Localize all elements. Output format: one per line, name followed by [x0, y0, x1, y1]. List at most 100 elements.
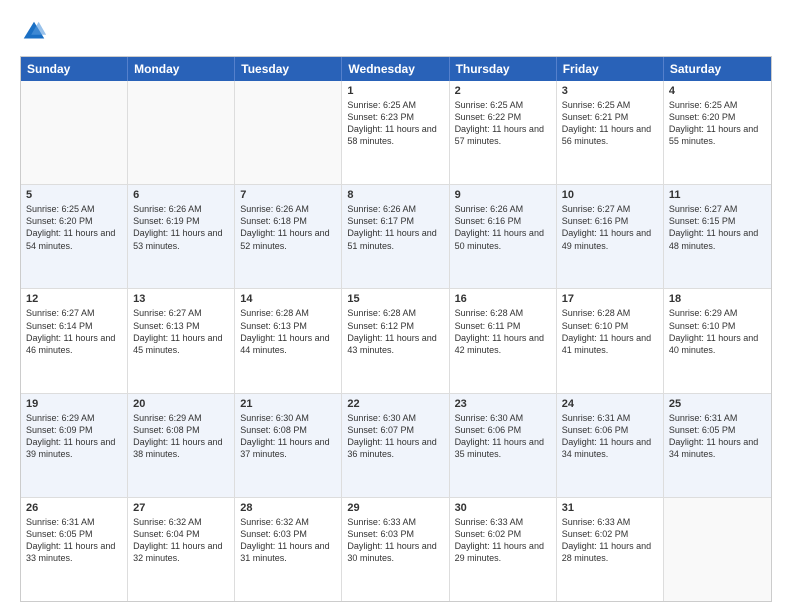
- calendar-header-cell: Saturday: [664, 57, 771, 81]
- calendar-cell: 16 Sunrise: 6:28 AM Sunset: 6:11 PM Dayli…: [450, 289, 557, 392]
- calendar-row: 12 Sunrise: 6:27 AM Sunset: 6:14 PM Dayli…: [21, 289, 771, 393]
- day-number: 18: [669, 293, 766, 305]
- calendar-cell: 27 Sunrise: 6:32 AM Sunset: 6:04 PM Dayli…: [128, 498, 235, 601]
- day-info: Sunrise: 6:25 AM Sunset: 6:20 PM Dayligh…: [669, 99, 766, 148]
- day-number: 29: [347, 502, 443, 514]
- calendar-cell: 3 Sunrise: 6:25 AM Sunset: 6:21 PM Daylig…: [557, 81, 664, 184]
- day-info: Sunrise: 6:27 AM Sunset: 6:13 PM Dayligh…: [133, 307, 229, 356]
- calendar-row: 26 Sunrise: 6:31 AM Sunset: 6:05 PM Dayli…: [21, 498, 771, 601]
- day-number: 13: [133, 293, 229, 305]
- logo-icon: [20, 18, 48, 46]
- calendar-cell: 9 Sunrise: 6:26 AM Sunset: 6:16 PM Daylig…: [450, 185, 557, 288]
- day-number: 26: [26, 502, 122, 514]
- day-info: Sunrise: 6:25 AM Sunset: 6:21 PM Dayligh…: [562, 99, 658, 148]
- day-number: 2: [455, 85, 551, 97]
- day-info: Sunrise: 6:30 AM Sunset: 6:08 PM Dayligh…: [240, 412, 336, 461]
- page: SundayMondayTuesdayWednesdayThursdayFrid…: [0, 0, 792, 612]
- day-info: Sunrise: 6:27 AM Sunset: 6:16 PM Dayligh…: [562, 203, 658, 252]
- day-number: 4: [669, 85, 766, 97]
- calendar-cell: 6Sunrise: 6:26 AM Sunset: 6:19 PM Daylig…: [128, 185, 235, 288]
- calendar-cell: 12 Sunrise: 6:27 AM Sunset: 6:14 PM Dayli…: [21, 289, 128, 392]
- day-info: Sunrise: 6:26 AM Sunset: 6:19 PM Dayligh…: [133, 203, 229, 252]
- calendar-cell: [128, 81, 235, 184]
- calendar-body: 1Sunrise: 6:25 AM Sunset: 6:23 PM Daylig…: [21, 81, 771, 601]
- day-info: Sunrise: 6:27 AM Sunset: 6:14 PM Dayligh…: [26, 307, 122, 356]
- day-info: Sunrise: 6:31 AM Sunset: 6:05 PM Dayligh…: [26, 516, 122, 565]
- day-number: 24: [562, 398, 658, 410]
- calendar-cell: [664, 498, 771, 601]
- calendar-header-cell: Wednesday: [342, 57, 449, 81]
- day-info: Sunrise: 6:25 AM Sunset: 6:22 PM Dayligh…: [455, 99, 551, 148]
- day-info: Sunrise: 6:25 AM Sunset: 6:20 PM Dayligh…: [26, 203, 122, 252]
- calendar-cell: 30Sunrise: 6:33 AM Sunset: 6:02 PM Dayli…: [450, 498, 557, 601]
- day-info: Sunrise: 6:28 AM Sunset: 6:12 PM Dayligh…: [347, 307, 443, 356]
- day-info: Sunrise: 6:27 AM Sunset: 6:15 PM Dayligh…: [669, 203, 766, 252]
- day-info: Sunrise: 6:26 AM Sunset: 6:16 PM Dayligh…: [455, 203, 551, 252]
- day-info: Sunrise: 6:32 AM Sunset: 6:03 PM Dayligh…: [240, 516, 336, 565]
- day-info: Sunrise: 6:28 AM Sunset: 6:11 PM Dayligh…: [455, 307, 551, 356]
- day-number: 9: [455, 189, 551, 201]
- day-number: 22: [347, 398, 443, 410]
- calendar-cell: 7 Sunrise: 6:26 AM Sunset: 6:18 PM Daylig…: [235, 185, 342, 288]
- day-info: Sunrise: 6:26 AM Sunset: 6:18 PM Dayligh…: [240, 203, 336, 252]
- calendar-row: 1Sunrise: 6:25 AM Sunset: 6:23 PM Daylig…: [21, 81, 771, 185]
- day-number: 7: [240, 189, 336, 201]
- day-number: 28: [240, 502, 336, 514]
- day-number: 21: [240, 398, 336, 410]
- calendar-header-cell: Sunday: [21, 57, 128, 81]
- calendar-cell: 29 Sunrise: 6:33 AM Sunset: 6:03 PM Dayli…: [342, 498, 449, 601]
- day-number: 23: [455, 398, 551, 410]
- day-info: Sunrise: 6:32 AM Sunset: 6:04 PM Dayligh…: [133, 516, 229, 565]
- day-info: Sunrise: 6:33 AM Sunset: 6:03 PM Dayligh…: [347, 516, 443, 565]
- day-number: 11: [669, 189, 766, 201]
- day-number: 10: [562, 189, 658, 201]
- day-number: 16: [455, 293, 551, 305]
- calendar-cell: 19Sunrise: 6:29 AM Sunset: 6:09 PM Dayli…: [21, 394, 128, 497]
- day-info: Sunrise: 6:26 AM Sunset: 6:17 PM Dayligh…: [347, 203, 443, 252]
- day-info: Sunrise: 6:29 AM Sunset: 6:10 PM Dayligh…: [669, 307, 766, 356]
- day-number: 25: [669, 398, 766, 410]
- calendar-row: 19Sunrise: 6:29 AM Sunset: 6:09 PM Dayli…: [21, 394, 771, 498]
- day-number: 14: [240, 293, 336, 305]
- calendar-cell: 17Sunrise: 6:28 AM Sunset: 6:10 PM Dayli…: [557, 289, 664, 392]
- day-info: Sunrise: 6:31 AM Sunset: 6:06 PM Dayligh…: [562, 412, 658, 461]
- calendar-cell: [235, 81, 342, 184]
- calendar-cell: 20 Sunrise: 6:29 AM Sunset: 6:08 PM Dayli…: [128, 394, 235, 497]
- calendar-header-cell: Thursday: [450, 57, 557, 81]
- calendar-cell: 2 Sunrise: 6:25 AM Sunset: 6:22 PM Daylig…: [450, 81, 557, 184]
- calendar-cell: 18 Sunrise: 6:29 AM Sunset: 6:10 PM Dayli…: [664, 289, 771, 392]
- calendar-cell: 21 Sunrise: 6:30 AM Sunset: 6:08 PM Dayli…: [235, 394, 342, 497]
- calendar-cell: 14Sunrise: 6:28 AM Sunset: 6:13 PM Dayli…: [235, 289, 342, 392]
- day-number: 19: [26, 398, 122, 410]
- logo: [20, 18, 52, 46]
- day-number: 30: [455, 502, 551, 514]
- calendar-cell: 31 Sunrise: 6:33 AM Sunset: 6:02 PM Dayli…: [557, 498, 664, 601]
- day-number: 20: [133, 398, 229, 410]
- calendar-cell: 13 Sunrise: 6:27 AM Sunset: 6:13 PM Dayli…: [128, 289, 235, 392]
- day-number: 5: [26, 189, 122, 201]
- day-number: 8: [347, 189, 443, 201]
- day-info: Sunrise: 6:30 AM Sunset: 6:07 PM Dayligh…: [347, 412, 443, 461]
- day-number: 12: [26, 293, 122, 305]
- header: [20, 18, 772, 46]
- day-info: Sunrise: 6:31 AM Sunset: 6:05 PM Dayligh…: [669, 412, 766, 461]
- calendar-cell: [21, 81, 128, 184]
- day-number: 31: [562, 502, 658, 514]
- day-number: 15: [347, 293, 443, 305]
- calendar-cell: 25 Sunrise: 6:31 AM Sunset: 6:05 PM Dayli…: [664, 394, 771, 497]
- day-number: 1: [347, 85, 443, 97]
- calendar: SundayMondayTuesdayWednesdayThursdayFrid…: [20, 56, 772, 602]
- calendar-cell: 10 Sunrise: 6:27 AM Sunset: 6:16 PM Dayli…: [557, 185, 664, 288]
- calendar-row: 5 Sunrise: 6:25 AM Sunset: 6:20 PM Daylig…: [21, 185, 771, 289]
- calendar-cell: 26 Sunrise: 6:31 AM Sunset: 6:05 PM Dayli…: [21, 498, 128, 601]
- calendar-header-cell: Friday: [557, 57, 664, 81]
- day-number: 27: [133, 502, 229, 514]
- day-info: Sunrise: 6:33 AM Sunset: 6:02 PM Dayligh…: [562, 516, 658, 565]
- calendar-cell: 11 Sunrise: 6:27 AM Sunset: 6:15 PM Dayli…: [664, 185, 771, 288]
- day-number: 3: [562, 85, 658, 97]
- calendar-header-row: SundayMondayTuesdayWednesdayThursdayFrid…: [21, 57, 771, 81]
- day-info: Sunrise: 6:29 AM Sunset: 6:08 PM Dayligh…: [133, 412, 229, 461]
- calendar-cell: 5 Sunrise: 6:25 AM Sunset: 6:20 PM Daylig…: [21, 185, 128, 288]
- calendar-cell: 4 Sunrise: 6:25 AM Sunset: 6:20 PM Daylig…: [664, 81, 771, 184]
- day-info: Sunrise: 6:28 AM Sunset: 6:10 PM Dayligh…: [562, 307, 658, 356]
